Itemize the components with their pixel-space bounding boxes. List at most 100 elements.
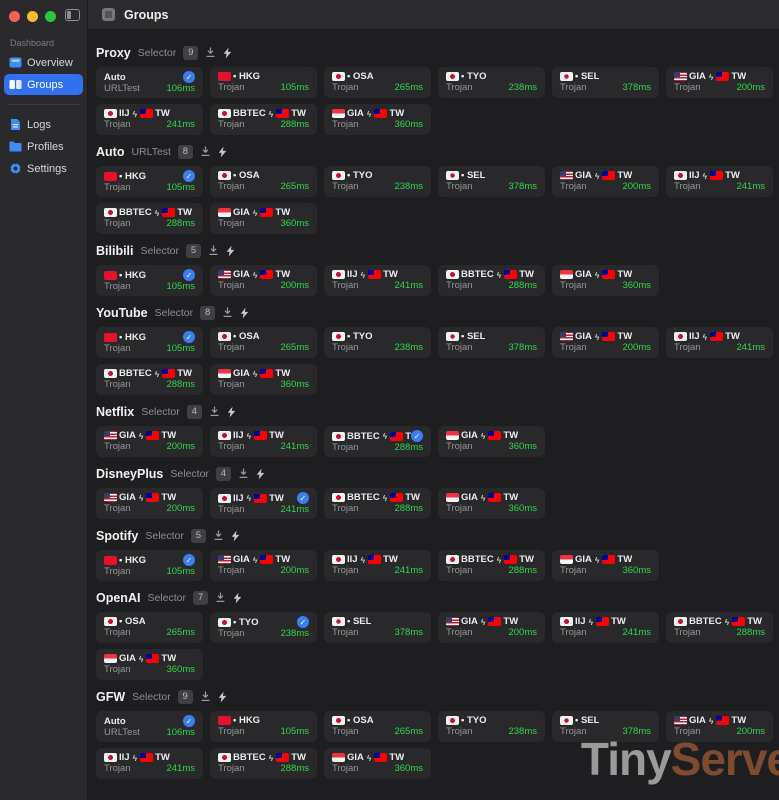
speed-test-icon[interactable] [223,47,232,59]
proxy-card-sel[interactable]: • SELTrojan378ms [552,67,659,98]
proxy-card-iij[interactable]: IIJϟTWTrojan241ms [666,166,773,197]
latency-test-icon[interactable] [205,47,216,58]
proxy-card-gia2[interactable]: GIAϟTWTrojan360ms [210,364,317,395]
proxy-card-gia2[interactable]: GIAϟTWTrojan360ms [96,649,203,680]
proxy-card-gia[interactable]: GIAϟTWTrojan200ms [210,265,317,296]
proxy-card-osa[interactable]: • OSATrojan265ms [324,67,431,98]
flag-jp-icon [218,109,231,118]
sidebar-item-settings[interactable]: Settings [4,158,83,179]
flag-jp-icon [104,753,117,762]
speed-test-icon[interactable] [240,307,249,319]
proxy-card-osa[interactable]: • OSATrojan265ms [210,327,317,358]
speed-test-icon[interactable] [226,245,235,257]
proxy-card-iij[interactable]: IIJϟTWTrojan241ms [96,104,203,135]
group-count-badge: 7 [193,591,208,605]
proxy-card-iij[interactable]: IIJϟTWTrojan241ms [210,426,317,457]
proxy-card-bbtec[interactable]: BBTECϟTWTrojan288ms [438,265,545,296]
proxy-card-gia2[interactable]: GIAϟTWTrojan360ms [324,104,431,135]
proxy-card-gia2[interactable]: GIAϟTWTrojan360ms [438,426,545,457]
proxy-card-gia2[interactable]: GIAϟTWTrojan360ms [210,203,317,234]
proxy-card-bbtec[interactable]: BBTECϟTWTrojan288ms [666,612,773,643]
proxy-card-tyo[interactable]: • TYOTrojan238ms [438,711,545,742]
proxy-card-gia[interactable]: GIAϟTWTrojan200ms [666,67,773,98]
sidebar-item-groups[interactable]: Groups [4,74,83,95]
speed-test-icon[interactable] [256,468,265,480]
sidebar-item-logs[interactable]: Logs [4,114,83,135]
proxy-card-bbtec[interactable]: BBTECϟTWTrojan288ms [324,488,431,519]
speed-test-icon[interactable] [231,530,240,542]
proxy-card-iij[interactable]: IIJϟTWTrojan241ms [324,550,431,581]
proxy-card-iij[interactable]: IIJϟTWTrojan241ms [552,612,659,643]
page-title: Groups [124,8,168,22]
proxy-protocol: Trojan [446,627,473,638]
speed-test-icon[interactable] [233,592,242,604]
latency-test-icon[interactable] [208,245,219,256]
latency-test-icon[interactable] [238,468,249,479]
latency-test-icon[interactable] [215,592,226,603]
proxy-card-auto[interactable]: Auto✓URLTest106ms [96,711,203,742]
proxy-card-hkg[interactable]: • HKG✓Trojan105ms [96,265,203,296]
latency-test-icon[interactable] [200,146,211,157]
minimize-button[interactable] [27,11,38,22]
proxy-card-hkg[interactable]: • HKG✓Trojan105ms [96,166,203,197]
proxy-card-tyo[interactable]: • TYOTrojan238ms [324,166,431,197]
proxy-card-bbtec[interactable]: BBTECϟTWTrojan288ms [210,748,317,779]
flag-tw-icon [488,493,501,502]
close-button[interactable] [9,11,20,22]
proxy-latency: 378ms [622,726,651,737]
proxy-card-gia[interactable]: GIAϟTWTrojan200ms [210,550,317,581]
proxy-card-gia[interactable]: GIAϟTWTrojan200ms [96,426,203,457]
group-title: Auto [96,145,124,159]
proxy-card-gia2[interactable]: GIAϟTWTrojan360ms [324,748,431,779]
proxy-card-tyo[interactable]: • TYOTrojan238ms [324,327,431,358]
zoom-button[interactable] [45,11,56,22]
proxy-card-iij[interactable]: IIJϟTWTrojan241ms [324,265,431,296]
proxy-card-hkg[interactable]: • HKGTrojan105ms [210,711,317,742]
proxy-card-bbtec[interactable]: BBTECϟTWTrojan288ms [210,104,317,135]
proxy-card-sel[interactable]: • SELTrojan378ms [324,612,431,643]
proxy-card-hkg[interactable]: • HKG✓Trojan105ms [96,550,203,581]
proxy-card-tyo[interactable]: • TYOTrojan238ms [438,67,545,98]
proxy-latency: 238ms [508,726,537,737]
proxy-card-iij[interactable]: IIJϟTW✓Trojan241ms [210,488,317,519]
proxy-card-osa[interactable]: • OSATrojan265ms [210,166,317,197]
group-count-badge: 4 [187,405,202,419]
proxy-card-sel[interactable]: • SELTrojan378ms [438,166,545,197]
speed-test-icon[interactable] [218,146,227,158]
proxy-card-sel[interactable]: • SELTrojan378ms [438,327,545,358]
proxy-card-osa[interactable]: • OSATrojan265ms [96,612,203,643]
latency-test-icon[interactable] [222,307,233,318]
proxy-card-sel[interactable]: • SELTrojan378ms [552,711,659,742]
proxy-card-bbtec[interactable]: BBTECϟTWTrojan288ms [438,550,545,581]
proxy-card-bbtec[interactable]: BBTECϟTWTrojan288ms [96,364,203,395]
speed-test-icon[interactable] [227,406,236,418]
proxy-card-iij[interactable]: IIJϟTWTrojan241ms [666,327,773,358]
proxy-card-gia[interactable]: GIAϟTWTrojan200ms [552,327,659,358]
group-spotify: SpotifySelector5• HKG✓Trojan105msGIAϟTWT… [96,528,779,581]
latency-test-icon[interactable] [200,691,211,702]
proxy-card-auto[interactable]: Auto✓URLTest106ms [96,67,203,98]
latency-test-icon[interactable] [213,530,224,541]
sidebar-toggle-icon[interactable] [65,8,80,26]
proxy-card-gia[interactable]: GIAϟTWTrojan200ms [666,711,773,742]
proxy-card-gia[interactable]: GIAϟTWTrojan200ms [96,488,203,519]
proxy-card-hkg[interactable]: • HKG✓Trojan105ms [96,327,203,358]
sidebar-item-profiles[interactable]: Profiles [4,136,83,157]
proxy-card-gia[interactable]: GIAϟTWTrojan200ms [552,166,659,197]
proxy-card-tyo[interactable]: • TYO✓Trojan238ms [210,612,317,643]
proxy-card-osa[interactable]: • OSATrojan265ms [324,711,431,742]
latency-test-icon[interactable] [209,406,220,417]
proxy-card-gia2[interactable]: GIAϟTWTrojan360ms [438,488,545,519]
proxy-protocol: Trojan [218,628,245,639]
proxy-card-gia2[interactable]: GIAϟTWTrojan360ms [552,265,659,296]
proxy-card-bbtec[interactable]: BBTECϟTWTrojan288ms [96,203,203,234]
speed-test-icon[interactable] [218,691,227,703]
proxy-protocol: Trojan [674,181,701,192]
flag-jp-icon [332,332,345,341]
sidebar-item-overview[interactable]: Overview [4,52,83,73]
proxy-card-gia[interactable]: GIAϟTWTrojan200ms [438,612,545,643]
proxy-card-gia2[interactable]: GIAϟTWTrojan360ms [552,550,659,581]
proxy-card-bbtec[interactable]: BBTECϟTW✓Trojan288ms [324,426,431,457]
proxy-card-iij[interactable]: IIJϟTWTrojan241ms [96,748,203,779]
proxy-card-hkg[interactable]: • HKGTrojan105ms [210,67,317,98]
